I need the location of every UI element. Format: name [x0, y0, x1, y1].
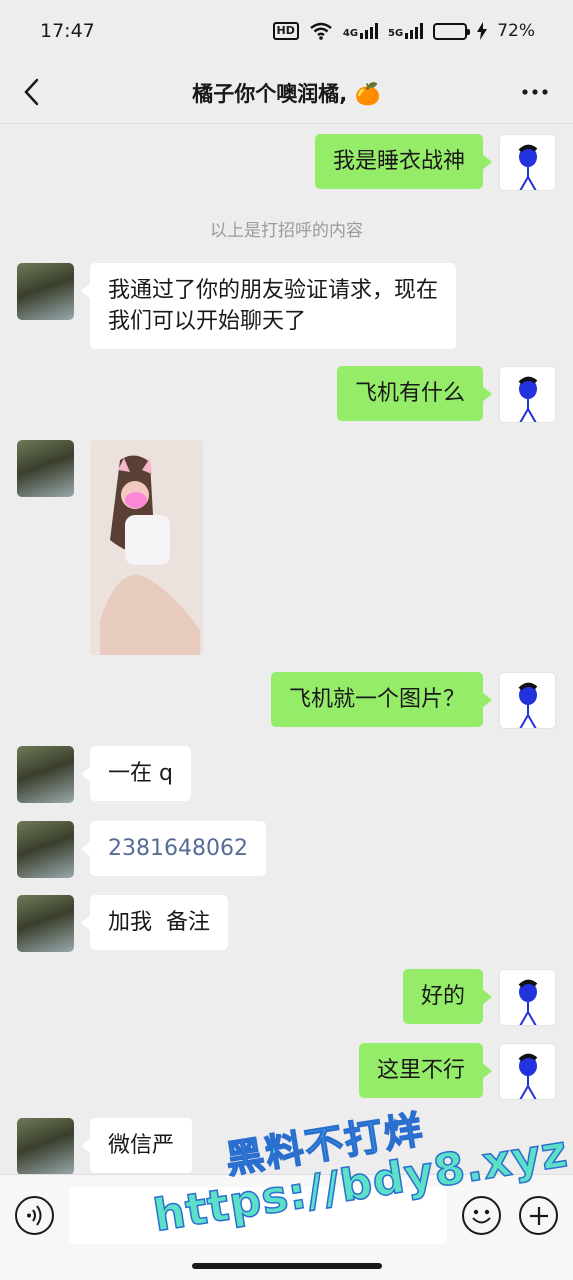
signal-5g-label: 5G — [388, 28, 404, 39]
more-button[interactable] — [517, 74, 553, 110]
contact-avatar[interactable] — [17, 746, 74, 803]
gesture-area — [0, 1256, 573, 1280]
photo-image — [90, 440, 203, 655]
back-button[interactable] — [14, 74, 50, 110]
wifi-icon — [310, 22, 332, 40]
plus-button[interactable] — [519, 1196, 558, 1235]
message-bubble-incoming[interactable]: 加我 备注 — [81, 895, 228, 950]
photo-message[interactable] — [90, 440, 203, 655]
contact-avatar[interactable] — [17, 263, 74, 320]
status-icons: HD 4G 5G 72% — [272, 21, 535, 41]
contact-avatar[interactable] — [17, 1118, 74, 1174]
more-dots-icon — [522, 89, 548, 95]
my-avatar[interactable] — [499, 1043, 556, 1100]
message-bubble-incoming[interactable]: 我通过了你的朋友验证请求，现在 我们可以开始聊天了 — [80, 263, 457, 349]
chat-title: 橘子你个噢润橘, 🍊 — [192, 81, 381, 106]
system-tip: 以上是打招呼的内容 — [210, 221, 363, 241]
voice-button[interactable] — [15, 1196, 54, 1235]
chat-message-list[interactable]: 我是睡衣战神 以上是打招呼的内容 我通过了你的朋友验证请求，现在 我们可以开始聊… — [0, 125, 573, 1174]
battery-percent: 72% — [497, 21, 535, 41]
chat-header: 橘子你个噢润橘, 🍊 — [0, 62, 573, 124]
message-line: 我通过了你的朋友验证请求，现在 — [108, 278, 439, 303]
message-bubble-incoming[interactable]: 一在 q — [81, 746, 191, 801]
contact-avatar[interactable] — [17, 821, 74, 878]
hd-badge: HD — [272, 22, 299, 40]
avatar-illustration — [518, 682, 538, 728]
message-bubble-outgoing[interactable]: 好的 — [402, 969, 493, 1024]
my-avatar[interactable] — [499, 366, 556, 423]
message-bubble-incoming[interactable]: 微信严 — [80, 1118, 193, 1173]
input-bar — [0, 1174, 573, 1256]
voice-icon — [27, 1205, 42, 1226]
chevron-left-icon — [24, 78, 39, 106]
contact-avatar[interactable] — [17, 440, 74, 497]
charging-icon — [477, 22, 488, 40]
message-bubble-incoming-number[interactable]: 2381648062 — [81, 821, 266, 876]
message-input[interactable] — [69, 1187, 447, 1244]
emoji-icon — [472, 1209, 491, 1224]
emoji-button[interactable] — [462, 1196, 501, 1235]
signal-4g-icon: 4G — [342, 23, 379, 39]
message-bubble-outgoing[interactable]: 飞机有什么 — [336, 366, 493, 421]
avatar-illustration — [518, 979, 538, 1025]
avatar-illustration — [518, 144, 538, 190]
signal-5g-icon: 5G — [388, 23, 424, 39]
plus-icon — [529, 1206, 548, 1225]
message-bubble-outgoing[interactable]: 飞机就一个图片？ — [270, 672, 493, 727]
avatar-illustration — [518, 376, 538, 422]
signal-4g-label: 4G — [342, 28, 359, 39]
message-bubble-outgoing[interactable]: 这里不行 — [358, 1043, 493, 1098]
status-bar: 17:47 HD 4G 5G 72% — [0, 0, 573, 62]
my-avatar[interactable] — [499, 134, 556, 191]
my-avatar[interactable] — [499, 672, 556, 729]
home-indicator[interactable] — [192, 1263, 382, 1269]
battery-icon — [433, 22, 471, 40]
avatar-illustration — [518, 1053, 538, 1099]
contact-avatar[interactable] — [17, 895, 74, 952]
my-avatar[interactable] — [499, 969, 556, 1026]
status-time: 17:47 — [40, 20, 95, 42]
message-line: 我们可以开始聊天了 — [108, 309, 307, 334]
message-bubble-outgoing[interactable]: 我是睡衣战神 — [314, 134, 493, 189]
